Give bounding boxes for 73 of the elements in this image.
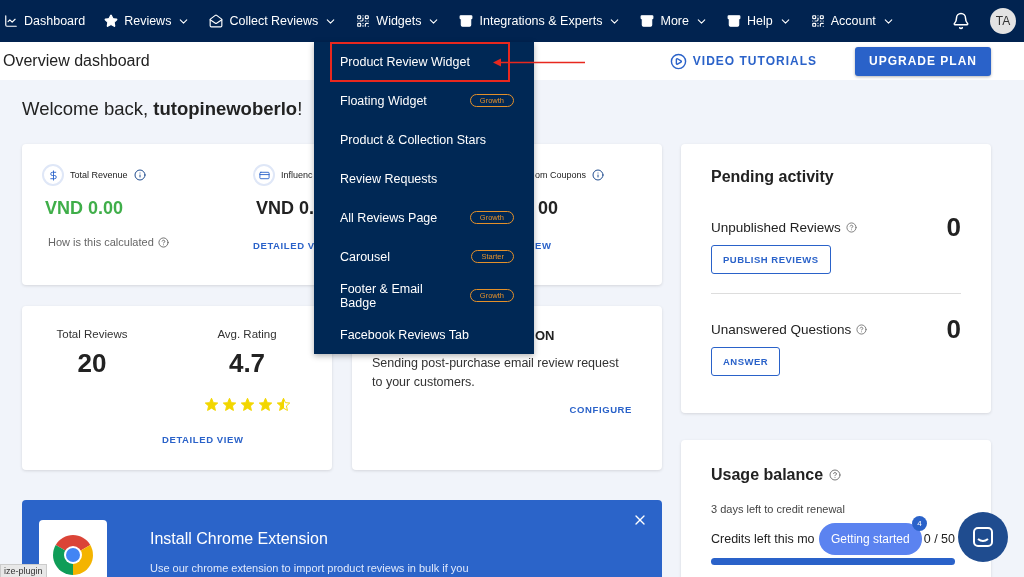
- configure-link[interactable]: CONFIGURE: [569, 404, 632, 415]
- banner-title: Install Chrome Extension: [150, 530, 329, 548]
- nav-item[interactable]: Help: [726, 14, 792, 28]
- archive-box-icon: [726, 14, 741, 28]
- archive-box-icon: [459, 14, 474, 28]
- stat-label: om Coupons: [535, 170, 587, 180]
- star-icon: [104, 14, 119, 28]
- card-text: Sending post-purchase email review request to your customers.: [372, 355, 620, 391]
- card-icon: [253, 164, 275, 186]
- page-title: Overview dashboard: [3, 52, 150, 70]
- menu-item[interactable]: Product Review Widget: [314, 42, 534, 81]
- welcome-heading: Welcome back, tutopinewoberlo!: [22, 98, 303, 121]
- video-tutorials-link[interactable]: VIDEO TUTORIALS: [669, 52, 817, 70]
- card-title: Usage balance: [711, 466, 824, 484]
- banner-text: Use our chrome extension to import product reviews in bulk if you: [150, 562, 469, 574]
- card-title: ON: [535, 328, 556, 343]
- qr-grid-icon: [810, 14, 825, 28]
- renewal-text: 3 days left to credit renewal: [711, 503, 846, 515]
- activity-count: 0: [946, 314, 961, 345]
- nav-item[interactable]: Collect Reviews: [209, 14, 338, 28]
- nav-item[interactable]: Reviews: [104, 14, 191, 28]
- notification-bell-icon[interactable]: [952, 12, 970, 30]
- menu-item[interactable]: Product & Collection Stars: [314, 120, 534, 159]
- menu-item[interactable]: Review Requests: [314, 159, 534, 198]
- action-button[interactable]: PUBLISH REVIEWS: [711, 245, 831, 274]
- star-icon: [239, 397, 255, 412]
- envelope-icon: [209, 14, 224, 28]
- nav-item[interactable]: More: [640, 14, 708, 28]
- credits-value: 0 / 50: [923, 532, 955, 546]
- stat-value: 4.7: [228, 348, 266, 379]
- detailed-view-link[interactable]: DETAILED V: [253, 240, 315, 251]
- stat-label: Total Reviews: [56, 328, 128, 340]
- menu-item[interactable]: Facebook Reviews Tab: [314, 315, 534, 354]
- chart-icon: [4, 14, 18, 28]
- chat-button[interactable]: [958, 512, 1008, 562]
- activity-label: Unpublished Reviews: [711, 220, 841, 235]
- detailed-view-link[interactable]: DETAILED VIEW: [162, 434, 244, 445]
- archive-box-icon: [640, 14, 655, 28]
- action-button[interactable]: ANSWER: [711, 347, 781, 376]
- help-icon[interactable]: [856, 324, 868, 335]
- info-icon[interactable]: [592, 169, 605, 181]
- play-icon: [669, 52, 687, 70]
- stat-label: Total Revenue: [70, 170, 128, 180]
- star-icon: [221, 397, 237, 412]
- help-icon[interactable]: [829, 469, 842, 481]
- dollar-icon: [42, 164, 64, 186]
- card-title: Pending activity: [711, 168, 834, 186]
- activity-count: 0: [946, 212, 961, 243]
- help-icon[interactable]: [157, 236, 169, 248]
- nav-item[interactable]: Account: [810, 14, 895, 28]
- detailed-view-link[interactable]: EW: [535, 240, 552, 251]
- star-icon: [275, 397, 291, 412]
- user-avatar[interactable]: TA: [990, 8, 1016, 34]
- star-icon: [203, 397, 219, 412]
- stat-value: VND 0.00: [45, 198, 124, 220]
- nav-item[interactable]: Dashboard: [4, 14, 86, 28]
- activity-label: Unanswered Questions: [711, 322, 852, 337]
- help-text: How is this calculated: [48, 236, 154, 248]
- help-icon[interactable]: [845, 222, 857, 233]
- upgrade-plan-button[interactable]: UPGRADE PLAN: [855, 46, 991, 76]
- stat-label: Avg. Rating: [217, 328, 277, 340]
- star-icon: [257, 397, 273, 412]
- stat-label: Influenc: [281, 170, 313, 180]
- stat-value: 20: [77, 348, 107, 379]
- nav-item[interactable]: Widgets: [356, 14, 441, 28]
- qr-grid-icon: [356, 14, 371, 28]
- info-icon[interactable]: [133, 169, 146, 181]
- tooltip: ize-plugin: [0, 564, 47, 577]
- stat-value: VND 0.: [256, 198, 315, 220]
- nav-item[interactable]: Integrations & Experts: [459, 14, 622, 28]
- credits-label: Credits left this mo: [711, 532, 815, 546]
- chat-icon: [971, 525, 995, 549]
- stat-value: 00: [538, 198, 559, 220]
